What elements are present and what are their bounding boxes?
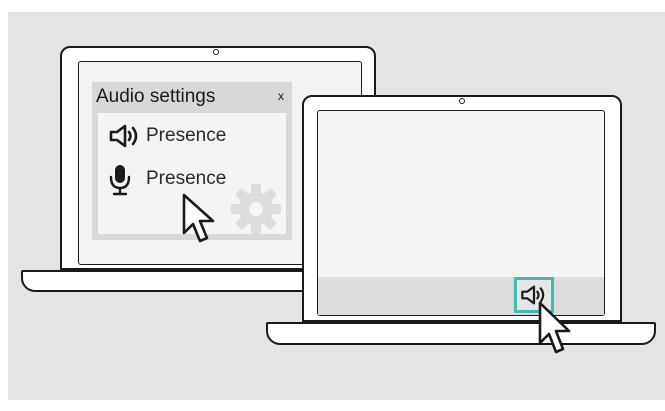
left-laptop-camera <box>213 49 219 55</box>
dialog-close-button[interactable]: x <box>278 89 284 103</box>
dialog-title: Audio settings <box>96 86 216 107</box>
right-laptop-camera <box>459 98 465 104</box>
gear-icon[interactable] <box>229 182 283 241</box>
speaker-icon <box>109 124 141 153</box>
right-laptop-base <box>266 322 656 345</box>
microphone-icon <box>108 164 132 201</box>
microphone-device-option[interactable]: Presence <box>146 168 226 190</box>
mouse-cursor-icon <box>181 192 227 253</box>
speaker-device-option[interactable]: Presence <box>146 125 226 147</box>
mouse-cursor-icon <box>537 300 583 365</box>
